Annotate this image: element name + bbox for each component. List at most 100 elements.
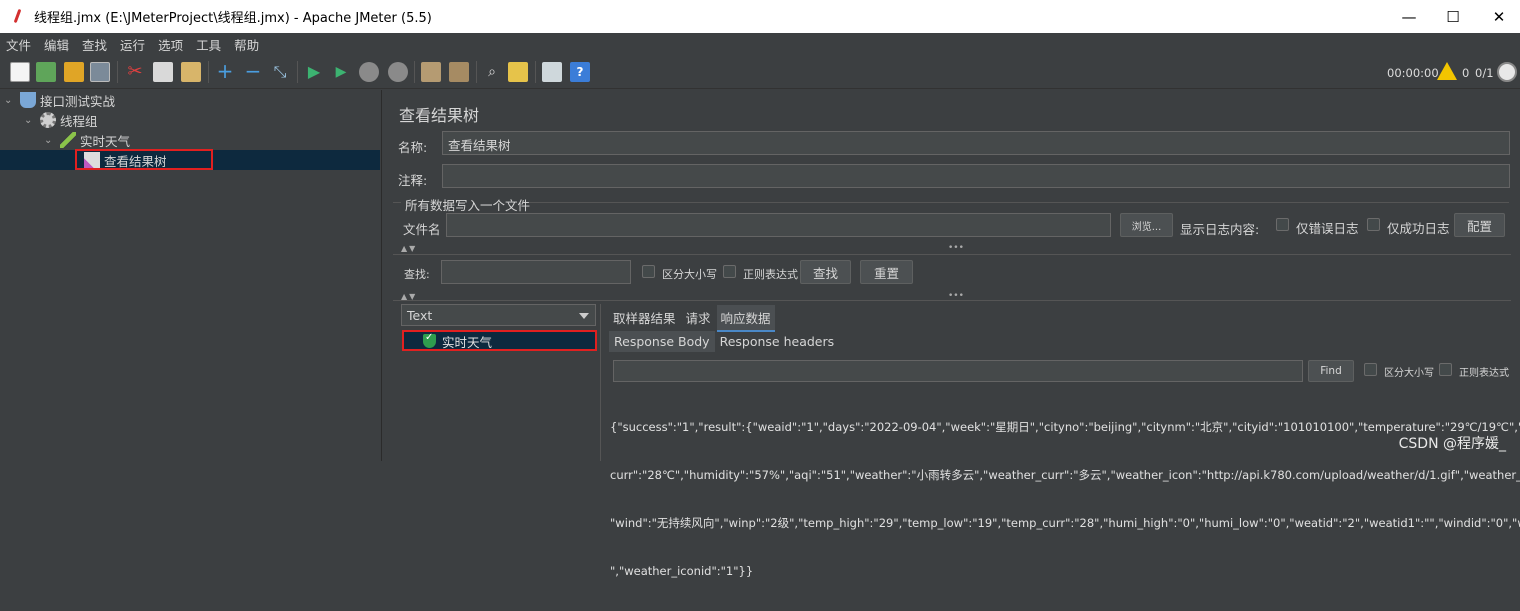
fieldset-border bbox=[529, 202, 1509, 203]
chevron-down-icon[interactable]: ⌄ bbox=[4, 95, 14, 106]
errors-only-label: 仅错误日志 bbox=[1296, 221, 1359, 236]
menu-options[interactable]: 选项 bbox=[158, 35, 183, 54]
new-file-icon[interactable] bbox=[10, 62, 30, 82]
function-helper-icon[interactable] bbox=[542, 62, 562, 82]
clear-all-icon[interactable] bbox=[449, 62, 469, 82]
filename-field[interactable] bbox=[446, 213, 1111, 237]
menu-help[interactable]: 帮助 bbox=[234, 35, 259, 54]
response-line: "wind":"无持续风向","winp":"2级","temp_high":"… bbox=[610, 516, 1520, 530]
paste-icon[interactable] bbox=[181, 62, 201, 82]
tree-item-label: 线程组 bbox=[60, 113, 98, 129]
menu-edit[interactable]: 编辑 bbox=[44, 35, 69, 54]
title-bar: 线程组.jmx (E:\JMeterProject\线程组.jmx) - Apa… bbox=[0, 0, 1520, 33]
errors-only-checkbox[interactable] bbox=[1276, 218, 1289, 231]
response-line: curr":"28℃","humidity":"57%","aqi":"51",… bbox=[610, 468, 1520, 482]
name-field[interactable]: 查看结果树 bbox=[442, 131, 1510, 155]
toggle-icon[interactable]: ⤡ bbox=[270, 62, 290, 82]
test-plan-tree: ⌄ 接口测试实战 ⌄ 线程组 ⌄ 实时天气 查看结果树 bbox=[0, 90, 382, 461]
copy-icon[interactable] bbox=[153, 62, 173, 82]
vertical-splitter[interactable] bbox=[600, 304, 606, 461]
clear-icon[interactable] bbox=[421, 62, 441, 82]
menu-run[interactable]: 运行 bbox=[120, 35, 145, 54]
search-field[interactable] bbox=[441, 260, 631, 284]
highlight-box bbox=[402, 330, 597, 351]
menu-tools[interactable]: 工具 bbox=[196, 35, 221, 54]
splitter-handle[interactable]: ••• bbox=[948, 243, 964, 253]
case-sensitive-label: 区分大小写 bbox=[662, 268, 717, 281]
renderer-select[interactable]: Text bbox=[401, 304, 596, 326]
result-tabs: 取样器结果 请求 响应数据 bbox=[609, 305, 777, 332]
stop-icon[interactable] bbox=[359, 62, 379, 82]
tab-sampler-result[interactable]: 取样器结果 bbox=[609, 305, 680, 332]
response-line: ","weather_iconid":"1"}} bbox=[610, 564, 754, 578]
start-no-pauses-icon[interactable]: ▶ bbox=[331, 62, 351, 82]
search-label: 查找: bbox=[404, 268, 430, 281]
renderer-value: Text bbox=[407, 308, 433, 323]
shutdown-icon[interactable] bbox=[388, 62, 408, 82]
chevron-down-icon[interactable]: ⌄ bbox=[44, 135, 54, 146]
chevron-down-icon bbox=[579, 313, 589, 319]
window-title: 线程组.jmx (E:\JMeterProject\线程组.jmx) - Apa… bbox=[34, 11, 432, 26]
binoculars-icon[interactable]: ⌕ bbox=[482, 62, 502, 82]
elapsed-time: 00:00:00 bbox=[1387, 66, 1439, 80]
maximize-button[interactable]: ☐ bbox=[1430, 0, 1476, 33]
broom-icon[interactable] bbox=[508, 62, 528, 82]
regex-checkbox[interactable] bbox=[723, 265, 736, 278]
tab-response-data[interactable]: 响应数据 bbox=[716, 305, 775, 332]
warning-icon[interactable] bbox=[1437, 62, 1457, 80]
regex-label: 正则表达式 bbox=[743, 268, 798, 281]
gear-icon bbox=[40, 112, 56, 128]
close-button[interactable]: ✕ bbox=[1476, 0, 1520, 33]
flask-icon bbox=[20, 92, 36, 108]
menu-search[interactable]: 查找 bbox=[82, 35, 107, 54]
tree-item-label: 接口测试实战 bbox=[40, 93, 116, 109]
collapse-icon[interactable]: − bbox=[243, 61, 263, 82]
pipette-icon bbox=[60, 132, 76, 148]
find-case-checkbox[interactable] bbox=[1364, 363, 1377, 376]
case-sensitive-checkbox[interactable] bbox=[642, 265, 655, 278]
find-button[interactable]: Find bbox=[1308, 360, 1354, 382]
tree-item-http-request[interactable]: ⌄ 实时天气 bbox=[44, 130, 130, 150]
start-icon[interactable]: ▶ bbox=[304, 62, 324, 82]
find-case-label: 区分大小写 bbox=[1384, 368, 1434, 379]
tree-item-test-plan[interactable]: ⌄ 接口测试实战 bbox=[4, 90, 115, 110]
splitter[interactable]: ▲▼ bbox=[401, 243, 417, 254]
chevron-down-icon[interactable]: ⌄ bbox=[24, 115, 34, 126]
watermark: CSDN @程序媛_ bbox=[1398, 436, 1506, 452]
view-results-tree-panel: 查看结果树 名称: 查看结果树 注释: 所有数据写入一个文件 文件名 浏览...… bbox=[387, 90, 1520, 578]
response-body-text[interactable]: {"success":"1","result":{"weaid":"1","da… bbox=[610, 387, 1520, 611]
response-line: {"success":"1","result":{"weaid":"1","da… bbox=[610, 420, 1520, 434]
tree-item-label: 实时天气 bbox=[80, 133, 131, 149]
filename-label: 文件名 bbox=[403, 222, 441, 237]
tab-response-headers[interactable]: Response headers bbox=[715, 331, 840, 352]
save-icon[interactable] bbox=[90, 62, 110, 82]
expand-icon[interactable]: + bbox=[215, 61, 235, 82]
warning-count: 0 bbox=[1462, 66, 1470, 80]
divider bbox=[393, 300, 1511, 301]
remote-icon[interactable] bbox=[1497, 62, 1517, 82]
tab-response-body[interactable]: Response Body bbox=[609, 331, 715, 352]
fieldset-border bbox=[393, 202, 401, 203]
comment-field[interactable] bbox=[442, 164, 1510, 188]
jmeter-feather-icon bbox=[10, 9, 26, 25]
toolbar: ✂ + − ⤡ ▶ ▶ ⌕ ? 00:00:00 0 0/1 bbox=[0, 55, 1520, 89]
comment-label: 注释: bbox=[398, 173, 428, 188]
minimize-button[interactable]: — bbox=[1386, 0, 1432, 33]
search-button[interactable]: 查找 bbox=[800, 260, 851, 284]
find-regex-label: 正则表达式 bbox=[1459, 368, 1509, 379]
help-icon[interactable]: ? bbox=[570, 62, 590, 82]
open-folder-icon[interactable] bbox=[64, 62, 84, 82]
templates-icon[interactable] bbox=[36, 62, 56, 82]
find-regex-checkbox[interactable] bbox=[1439, 363, 1452, 376]
tree-item-thread-group[interactable]: ⌄ 线程组 bbox=[24, 110, 98, 130]
active-threads: 0/1 bbox=[1475, 66, 1494, 80]
menu-file[interactable]: 文件 bbox=[6, 35, 31, 54]
configure-button[interactable]: 配置 bbox=[1454, 213, 1505, 237]
tab-request[interactable]: 请求 bbox=[682, 305, 715, 332]
find-field[interactable] bbox=[613, 360, 1303, 382]
toolbar-separator bbox=[535, 61, 536, 83]
reset-button[interactable]: 重置 bbox=[860, 260, 913, 284]
cut-icon[interactable]: ✂ bbox=[125, 62, 145, 82]
success-only-checkbox[interactable] bbox=[1367, 218, 1380, 231]
browse-button[interactable]: 浏览... bbox=[1120, 213, 1173, 237]
